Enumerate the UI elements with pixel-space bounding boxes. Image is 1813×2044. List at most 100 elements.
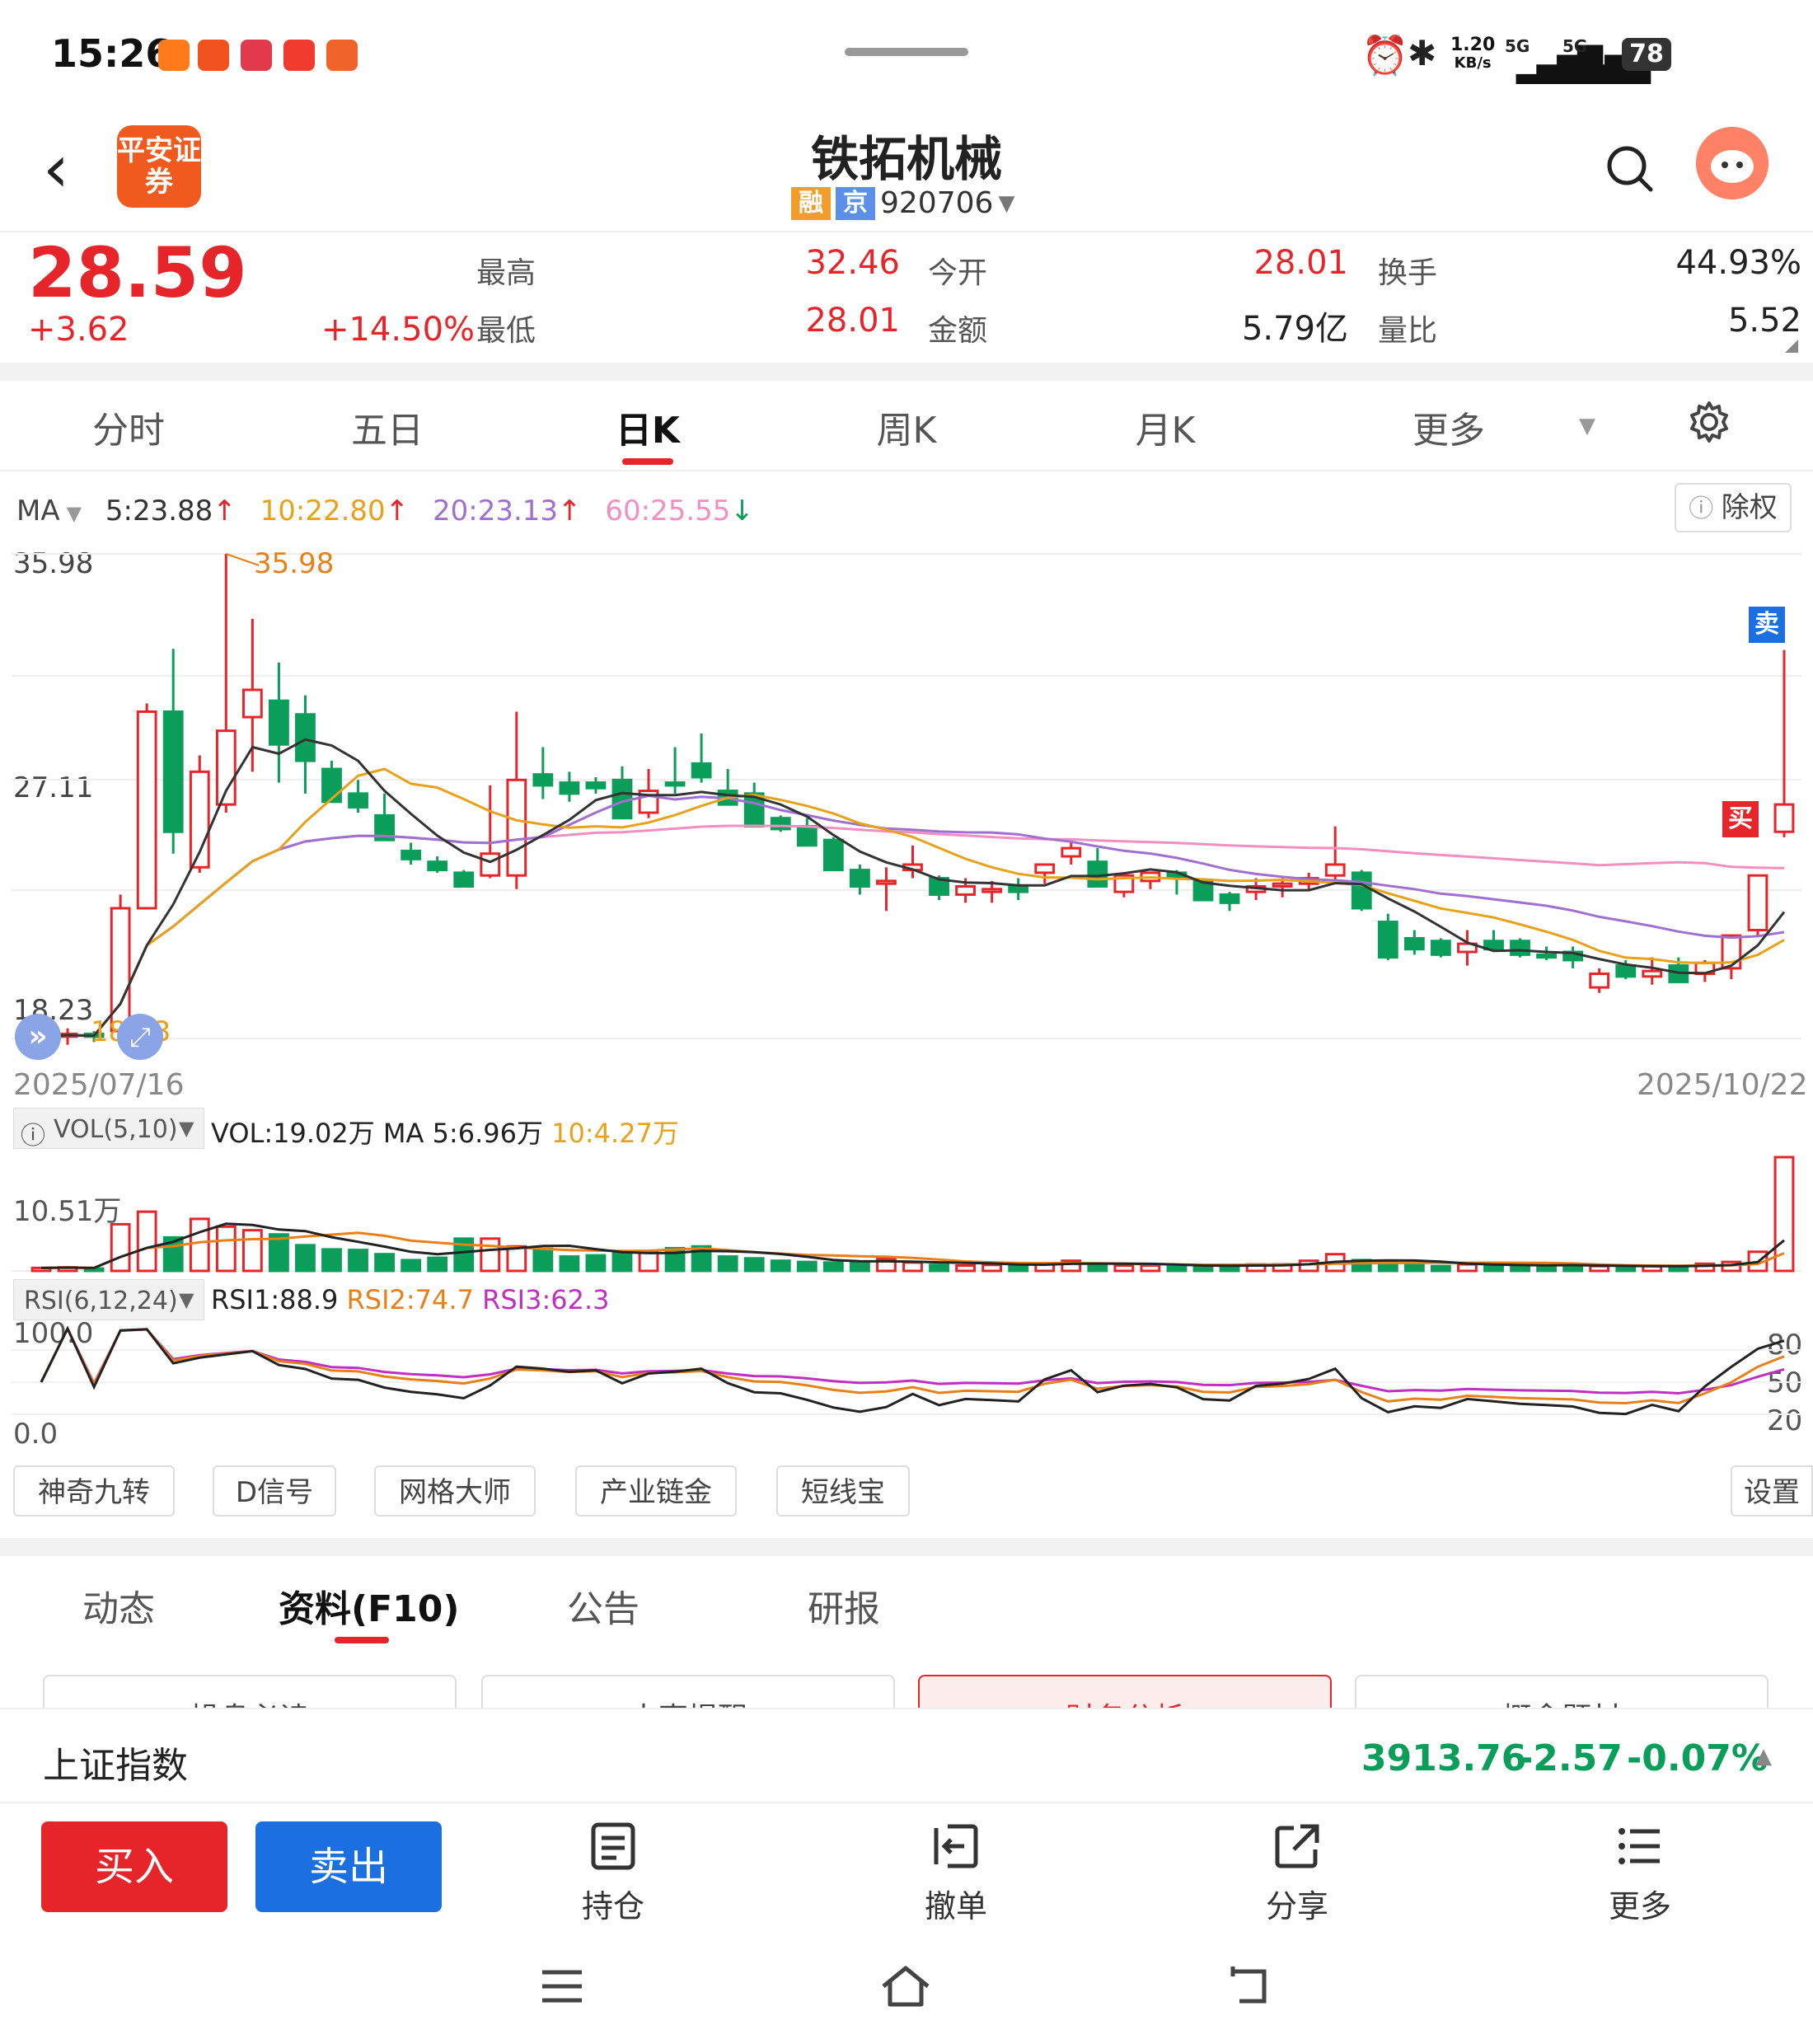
- chevron-up-icon[interactable]: ▲: [1755, 1744, 1772, 1769]
- ex-rights-button[interactable]: ⓘ 除权: [1675, 483, 1792, 532]
- back-arrow-icon[interactable]: ‹: [43, 136, 69, 202]
- volume-bar: [1113, 1263, 1135, 1273]
- fullscreen-icon[interactable]: ⤢: [117, 1014, 163, 1060]
- vol-value: VOL:19.02万: [211, 1118, 375, 1149]
- tab-news[interactable]: 动态: [82, 1579, 155, 1632]
- tab-monthly-k[interactable]: 月K: [1083, 401, 1248, 453]
- ma-selector[interactable]: MA: [16, 495, 60, 527]
- f10-sub-button-active[interactable]: 财务分析: [918, 1675, 1332, 1708]
- share-button[interactable]: 分享: [1223, 1821, 1371, 1926]
- tool-button[interactable]: 网格大师: [374, 1465, 536, 1517]
- candle-body: [427, 860, 448, 872]
- tool-button[interactable]: 短线宝: [776, 1465, 910, 1517]
- candle-body: [1615, 964, 1637, 978]
- volume-bar: [1140, 1263, 1161, 1273]
- candle-body: [1351, 871, 1372, 910]
- volume-bar: [1431, 1264, 1451, 1273]
- chevron-down-icon: ▼: [179, 1288, 194, 1311]
- candle-body: [1008, 884, 1029, 893]
- more-button[interactable]: 更多: [1566, 1821, 1714, 1926]
- bluetooth-icon: ✱: [1408, 33, 1437, 73]
- gear-icon[interactable]: [1688, 401, 1731, 447]
- volume-bar: [796, 1260, 817, 1273]
- buy-signal-marker: 买: [1722, 801, 1759, 837]
- index-change-pct: -0.07%: [1627, 1737, 1768, 1779]
- tool-button[interactable]: 产业链金: [575, 1465, 737, 1517]
- candle-body: [770, 817, 791, 831]
- cancel-order-button[interactable]: 撤单: [882, 1821, 1030, 1926]
- assistant-avatar-icon[interactable]: [1696, 127, 1768, 199]
- rsi-indicator-selector[interactable]: RSI(6,12,24) ▼: [13, 1279, 204, 1320]
- tab-announcements[interactable]: 公告: [567, 1579, 639, 1632]
- vol-indicator-selector[interactable]: ⓘ VOL(5,10) ▼: [13, 1108, 204, 1151]
- volume-bar: [189, 1217, 210, 1273]
- up-arrow-icon: ↑: [213, 495, 237, 527]
- ma5-line: [40, 738, 1786, 1038]
- stock-code-row[interactable]: 融 京 920706 ▼: [791, 186, 1014, 220]
- exchange-tag: 京: [836, 186, 875, 220]
- expand-corner-icon[interactable]: [1785, 340, 1798, 353]
- quote-label: 最高: [476, 256, 536, 290]
- tab-weekly-k[interactable]: 周K: [824, 401, 989, 453]
- tab-more[interactable]: 更多: [1366, 401, 1531, 453]
- home-icon[interactable]: [880, 1965, 931, 2019]
- rsi-chart[interactable]: [0, 1320, 1813, 1444]
- back-icon[interactable]: [1226, 1965, 1272, 2019]
- volume-bar: [241, 1229, 263, 1273]
- ma60-value: 60:25.55: [605, 495, 731, 527]
- candle-body: [241, 688, 263, 719]
- volume-bar: [321, 1248, 342, 1273]
- candle-body: [796, 825, 817, 847]
- stock-header: ‹ 平安证券 铁拓机械 融 京 920706 ▼: [0, 107, 1813, 231]
- candle-body: [321, 767, 342, 804]
- volume-bar: [955, 1263, 976, 1273]
- volume-chart[interactable]: [0, 1147, 1813, 1276]
- positions-button[interactable]: 持仓: [539, 1821, 687, 1926]
- search-icon[interactable]: [1605, 144, 1655, 197]
- volume-bar: [770, 1259, 791, 1273]
- alarm-icon: ⏰: [1361, 33, 1409, 77]
- sell-button[interactable]: 卖出: [255, 1821, 442, 1912]
- status-bar: 15:26 ⏰ ✱ 1.20 KB/s 5G ▂▄▆█ 5G ▂▄▆█ 78: [0, 0, 1813, 107]
- cancel-order-icon: [882, 1821, 1030, 1874]
- kline-chart[interactable]: [0, 544, 1813, 1063]
- tool-button[interactable]: D信号: [213, 1465, 336, 1517]
- chevron-down-icon[interactable]: ▼: [67, 502, 82, 525]
- last-price: 28.59: [28, 232, 247, 313]
- expand-left-icon[interactable]: »: [15, 1014, 61, 1060]
- candle-body: [1403, 936, 1425, 951]
- candle-body: [1773, 803, 1795, 833]
- candle-body: [401, 849, 422, 860]
- tab-five-day[interactable]: 五日: [305, 401, 470, 453]
- candle-body: [1510, 940, 1530, 956]
- tools-settings-button[interactable]: 设置: [1731, 1465, 1813, 1517]
- date-start: 2025/07/16: [13, 1068, 185, 1102]
- tab-research[interactable]: 研报: [808, 1579, 880, 1632]
- volume-bar: [611, 1252, 633, 1273]
- tab-daily-k[interactable]: 日K: [565, 401, 730, 453]
- market-index-bar[interactable]: 上证指数 3913.76 -2.57 -0.07% ▲: [0, 1708, 1813, 1803]
- chevron-down-icon[interactable]: ▼: [1579, 414, 1595, 438]
- quote-value: 44.93%: [1675, 244, 1801, 282]
- candle-body: [1747, 874, 1768, 931]
- tab-f10[interactable]: 资料(F10): [279, 1579, 460, 1632]
- index-value: 3913.76: [1361, 1737, 1527, 1779]
- volume-bar: [981, 1263, 1003, 1273]
- f10-sub-button[interactable]: 大事提醒: [481, 1675, 895, 1708]
- tool-button[interactable]: 神奇九转: [13, 1465, 175, 1517]
- price-change-pct: +14.50%: [321, 311, 476, 349]
- rsi-legend: RSI1:88.9 RSI2:74.7 RSI3:62.3: [211, 1284, 609, 1315]
- f10-sub-button[interactable]: 操盘必读: [43, 1675, 457, 1708]
- chevron-down-icon: ▼: [998, 190, 1015, 216]
- up-arrow-icon: ↑: [385, 495, 410, 527]
- quote-label: 金额: [928, 314, 988, 348]
- index-name: 上证指数: [43, 1745, 188, 1787]
- buy-button[interactable]: 买入: [41, 1821, 227, 1912]
- quote-label: 换手: [1378, 256, 1438, 290]
- f10-sub-button[interactable]: 概念题材: [1355, 1675, 1768, 1708]
- quote-label: 最低: [476, 314, 536, 348]
- recent-apps-icon[interactable]: [541, 1965, 583, 2018]
- volume-bar: [1615, 1265, 1637, 1273]
- volume-bar: [480, 1237, 501, 1273]
- tab-intraday[interactable]: 分时: [46, 401, 211, 453]
